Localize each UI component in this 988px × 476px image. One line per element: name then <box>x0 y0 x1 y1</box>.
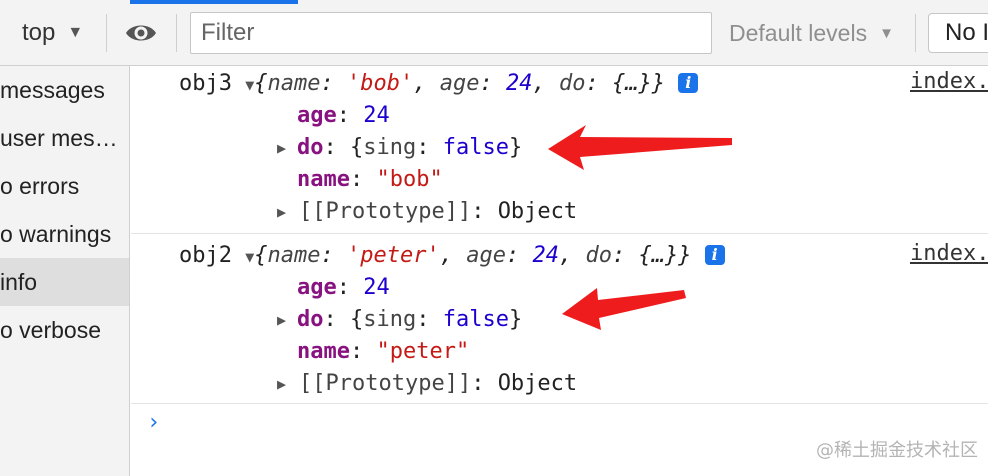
expand-arrow-icon[interactable]: ▼ <box>245 248 254 266</box>
sidebar-item-errors[interactable]: o errors <box>0 162 129 210</box>
object-summary-line[interactable]: obj2 ▼{name: 'peter', age: 24, do: {…}} … <box>179 241 725 272</box>
variable-label: obj3 <box>179 71 232 96</box>
property-row: age: 24 <box>297 103 390 128</box>
sidebar-item-verbose[interactable]: o verbose <box>0 306 129 354</box>
summary-value: {…} <box>638 243 679 268</box>
property-row[interactable]: do: {sing: false} <box>297 305 522 335</box>
dropdown-arrow-icon: ▼ <box>879 24 894 42</box>
expand-arrow-icon[interactable]: ▼ <box>245 76 254 94</box>
property-row: name: "bob" <box>297 167 443 192</box>
property-row: name: "peter" <box>297 339 470 364</box>
property-row[interactable]: do: {sing: false} <box>297 133 522 163</box>
property-row[interactable]: [[Prototype]]: Object <box>299 197 577 227</box>
watermark: @稀土掘金技术社区 <box>816 440 978 461</box>
summary-value: 24 <box>505 71 533 96</box>
active-tab-indicator <box>130 0 298 4</box>
log-levels-dropdown[interactable]: Default levels ▼ <box>729 16 894 50</box>
log-levels-label: Default levels <box>729 19 868 46</box>
context-selector[interactable]: top ▼ <box>0 14 83 52</box>
toolbar-divider <box>176 14 177 52</box>
console-sidebar: messages user mes… o errors o warnings i… <box>0 66 130 476</box>
sidebar-item-warnings[interactable]: o warnings <box>0 210 129 258</box>
expand-arrow-icon[interactable]: ▶ <box>277 369 286 399</box>
eye-icon[interactable] <box>124 21 158 45</box>
summary-value: 'bob' <box>347 71 414 96</box>
info-icon[interactable]: i <box>678 73 699 93</box>
summary-value: 'peter' <box>347 243 440 268</box>
property-row[interactable]: [[Prototype]]: Object <box>299 369 577 399</box>
console-output: obj3 ▼{name: 'bob', age: 24, do: {…}} i … <box>131 66 988 476</box>
property-row: age: 24 <box>297 275 390 300</box>
sidebar-item-messages[interactable]: messages <box>0 66 129 114</box>
filter-field[interactable] <box>190 12 712 54</box>
expand-arrow-icon[interactable]: ▶ <box>277 197 286 227</box>
sidebar-item-info[interactable]: info <box>0 258 129 306</box>
console-message: obj2 ▼{name: 'peter', age: 24, do: {…}} … <box>131 234 988 404</box>
summary-value: {…} <box>611 71 652 96</box>
variable-label: obj2 <box>179 243 232 268</box>
filter-input[interactable] <box>191 13 711 53</box>
source-link[interactable]: index. <box>910 67 988 97</box>
info-icon[interactable]: i <box>704 245 725 265</box>
summary-value: 24 <box>532 243 559 268</box>
dropdown-arrow-icon: ▼ <box>67 24 84 41</box>
console-prompt-icon[interactable]: › <box>147 409 160 437</box>
toolbar-divider <box>106 14 107 52</box>
expand-arrow-icon[interactable]: ▶ <box>277 305 286 335</box>
console-toolbar: top ▼ Default levels ▼ No I <box>0 0 988 66</box>
toolbar-divider <box>915 14 916 52</box>
source-link[interactable]: index. <box>910 239 988 269</box>
console-message: obj3 ▼{name: 'bob', age: 24, do: {…}} i … <box>131 66 988 234</box>
object-summary-line[interactable]: obj3 ▼{name: 'bob', age: 24, do: {…}} i <box>179 69 699 100</box>
sidebar-item-user-messages[interactable]: user mes… <box>0 114 129 162</box>
issues-button[interactable]: No I <box>928 13 988 53</box>
context-label: top <box>22 19 56 46</box>
expand-arrow-icon[interactable]: ▶ <box>277 133 286 163</box>
